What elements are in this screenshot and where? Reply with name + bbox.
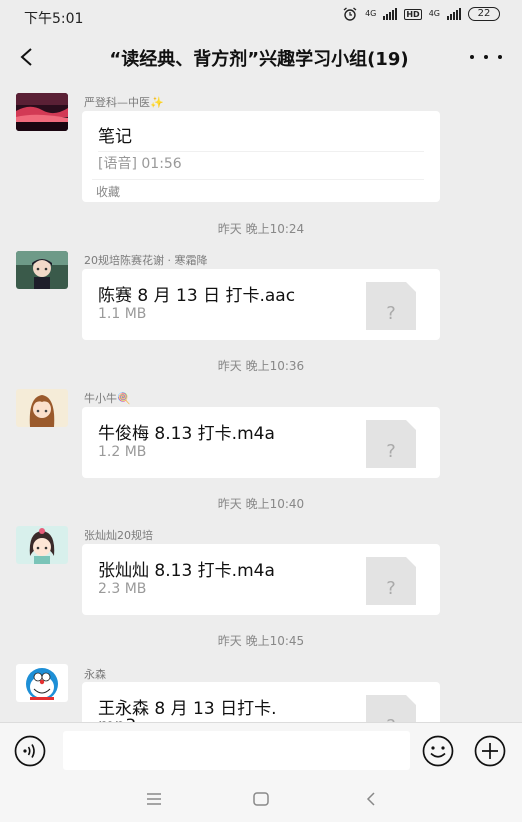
input-bar [0,722,522,778]
status-icons: 4G HD 4G 22 [342,7,500,21]
hd-badge: HD [404,8,422,20]
sender-name: 严登科—中医✨ [84,96,164,109]
system-nav-bar [0,778,522,822]
timestamp: 昨天 晚上10:24 [217,222,305,236]
sender-name: 牛小牛🍭 [84,392,131,405]
sender-name: 20规培陈赛花谢 · 寒霜降 [84,254,208,267]
card-title: 笔记 [98,127,132,147]
sender-name: 张灿灿20规培 [84,529,153,542]
file-size: 2.3 MB [98,581,147,597]
signal-icon [383,8,398,20]
unknown-file-icon: ? [366,420,416,468]
network-label-2: 4G [428,9,440,18]
file-message[interactable]: 张灿灿 8.13 打卡.m4a 2.3 MB ? [82,544,440,615]
timestamp: 昨天 晚上10:40 [217,497,305,511]
chat-title: “读经典、背方剂”兴趣学习小组(19) [109,49,409,70]
file-size: 1.1 MB [98,306,147,322]
chat-header: “读经典、背方剂”兴趣学习小组(19) [0,32,522,82]
unknown-file-icon: ? [366,695,416,722]
card-detail: [语音] 01:56 [98,156,182,172]
card-divider [98,151,424,152]
avatar[interactable] [16,251,68,289]
status-bar: 下午5:01 4G HD 4G 22 [0,0,522,32]
avatar[interactable] [16,389,68,427]
alarm-icon [343,7,357,21]
chevron-left-icon[interactable] [14,42,40,72]
back-icon[interactable] [363,790,379,808]
emoji-icon[interactable] [421,735,455,767]
network-label-1: 4G [365,9,377,18]
favorite-card[interactable]: 笔记 [语音] 01:56 收藏 [82,111,440,202]
avatar[interactable] [16,93,68,131]
menu-icon[interactable] [145,791,163,807]
plus-icon[interactable] [473,735,507,767]
home-icon[interactable] [252,791,270,807]
file-message[interactable]: 陈赛 8 月 13 日 打卡.aac 1.1 MB ? [82,269,440,340]
card-footer: 收藏 [96,185,121,199]
timestamp: 昨天 晚上10:45 [217,634,305,648]
avatar[interactable] [16,526,68,564]
file-message[interactable]: 王永森 8 月 13 日打卡. mp3 ? [82,682,440,722]
file-size: 1.2 MB [98,444,147,460]
signal-icon [447,8,461,20]
voice-icon[interactable] [14,735,46,767]
sender-name: 永森 [84,668,106,681]
avatar[interactable] [16,664,68,702]
unknown-file-icon: ? [366,282,416,330]
file-name: 陈赛 8 月 13 日 打卡.aac [98,286,296,306]
message-input[interactable] [63,731,410,770]
card-divider [92,179,424,180]
file-message[interactable]: 牛俊梅 8.13 打卡.m4a 1.2 MB ? [82,407,440,478]
unknown-file-icon: ? [366,557,416,605]
more-icon[interactable] [470,42,502,72]
file-name: 牛俊梅 8.13 打卡.m4a [98,424,275,444]
timestamp: 昨天 晚上10:36 [217,359,305,373]
battery-icon: 22 [468,7,500,21]
status-time: 下午5:01 [24,11,84,27]
message-list[interactable]: 严登科—中医✨ 笔记 [语音] 01:56 收藏 昨天 晚上10:24 20规培… [0,82,522,722]
file-name: 张灿灿 8.13 打卡.m4a [98,561,275,581]
